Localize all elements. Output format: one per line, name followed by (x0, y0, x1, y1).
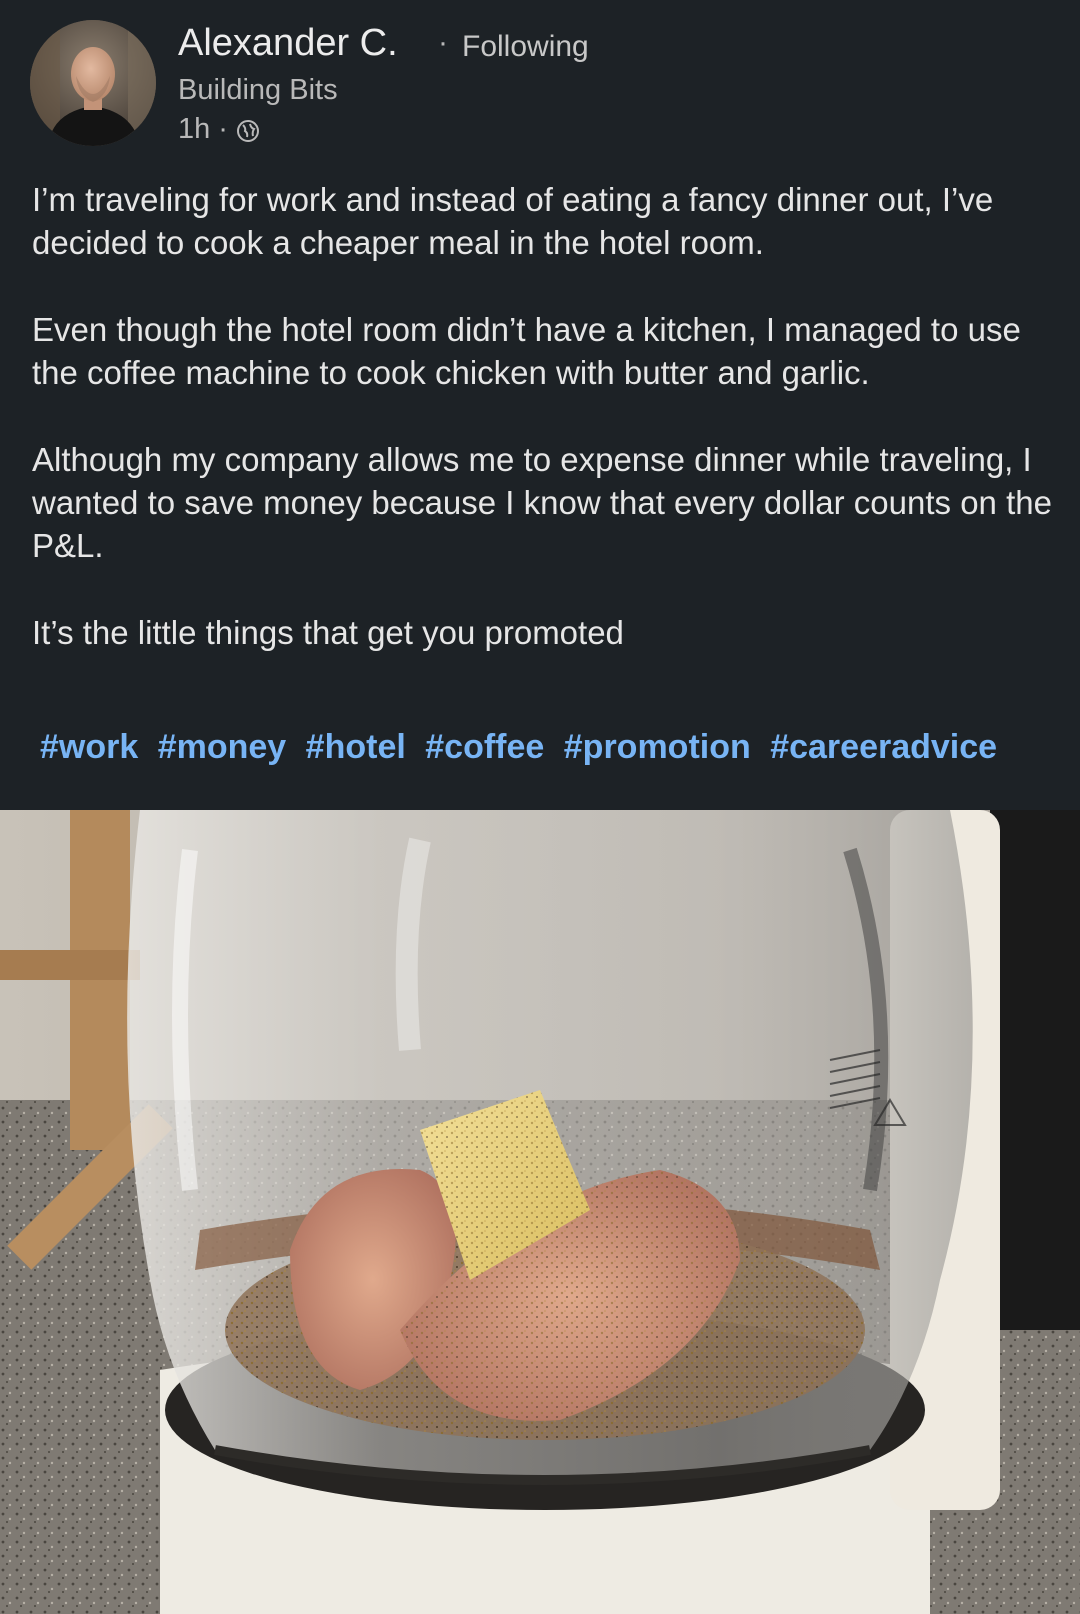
hashtag-hotel[interactable]: #hotel (306, 728, 406, 766)
coffee-pot-chicken-photo (0, 810, 1080, 1614)
post-paragraph: It’s the little things that get you prom… (32, 614, 624, 651)
post-paragraph: Although my company allows me to expense… (32, 441, 1052, 564)
post-body: I’m traveling for work and instead of ea… (32, 178, 1062, 698)
post-image[interactable] (0, 810, 1080, 1614)
follow-status[interactable]: Following (462, 30, 589, 64)
hashtag-coffee[interactable]: #coffee (425, 728, 544, 766)
post-paragraph: I’m traveling for work and instead of ea… (32, 181, 994, 261)
hashtag-list: #work #money #hotel #coffee #promotion #… (40, 728, 997, 767)
name-separator: · (438, 26, 448, 59)
globe-icon (236, 118, 260, 142)
meta-separator: · (218, 113, 228, 145)
post-card: Alexander C. · Following Building Bits 1… (0, 0, 1080, 810)
author-avatar[interactable] (30, 20, 156, 146)
hashtag-promotion[interactable]: #promotion (564, 728, 751, 766)
author-headline: Building Bits (178, 74, 338, 106)
post-meta: 1h · (178, 113, 260, 146)
hashtag-careeradvice[interactable]: #careeradvice (770, 728, 997, 766)
hashtag-money[interactable]: #money (158, 728, 287, 766)
avatar-photo (30, 20, 156, 146)
hashtag-work[interactable]: #work (40, 728, 138, 766)
post-paragraph: Even though the hotel room didn’t have a… (32, 311, 1021, 391)
author-name[interactable]: Alexander C. (178, 22, 398, 65)
post-time: 1h (178, 113, 211, 145)
